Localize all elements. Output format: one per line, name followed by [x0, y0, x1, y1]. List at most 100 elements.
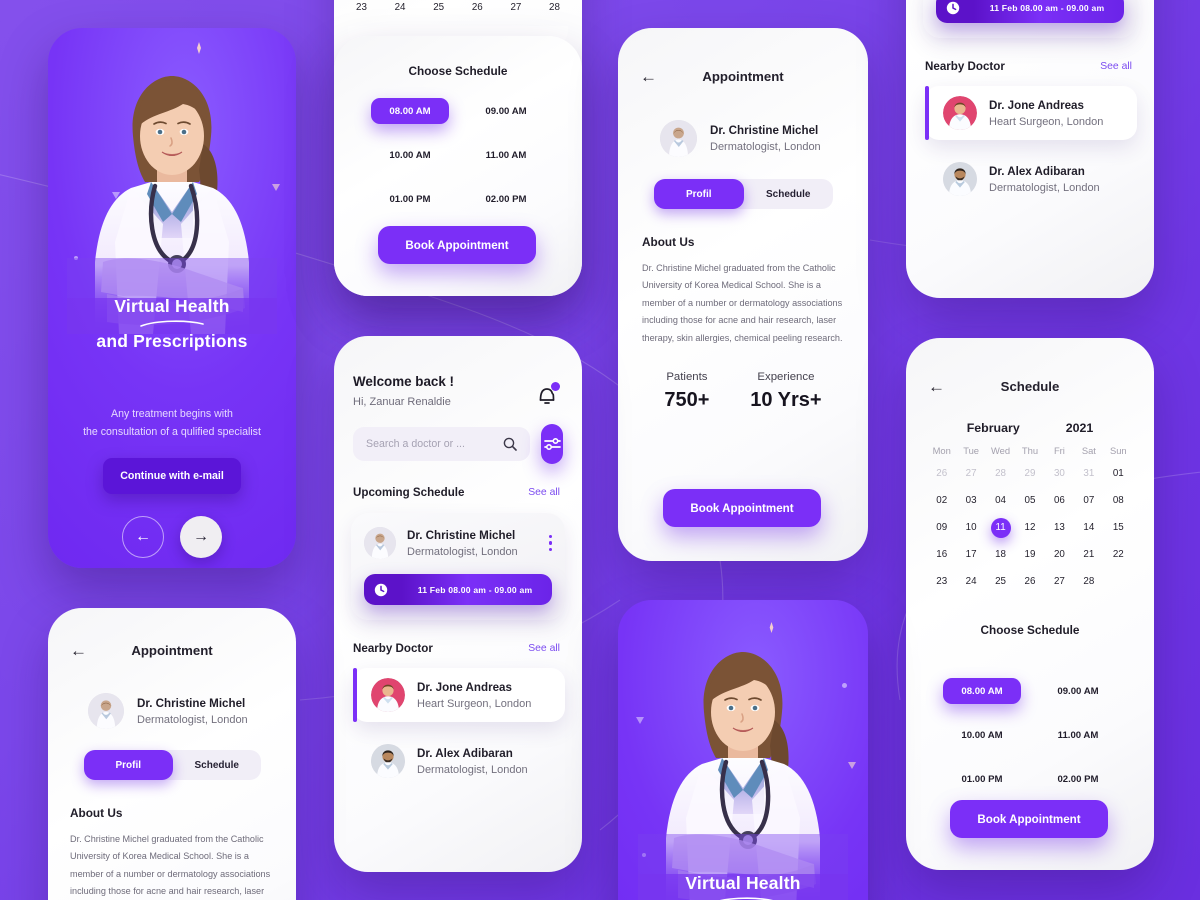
calendar-day[interactable]: 27	[1045, 573, 1074, 591]
calendar-day[interactable]: 28	[986, 465, 1015, 483]
appointment-time-badge[interactable]: 11 Feb 08.00 am - 09.00 am	[936, 0, 1124, 23]
time-slot-0200pm[interactable]: 02.00 PM	[1030, 766, 1126, 792]
calendar-day[interactable]: 08	[1104, 492, 1133, 510]
avatar	[943, 162, 977, 196]
see-all-link[interactable]: See all	[528, 643, 560, 654]
calendar-day[interactable]: 17	[956, 546, 985, 564]
tab-schedule[interactable]: Schedule	[173, 750, 262, 780]
time-slot-0900am[interactable]: 09.00 AM	[1030, 678, 1126, 704]
arrow-left-icon[interactable]: ←	[640, 68, 657, 85]
filter-sliders-icon[interactable]	[541, 424, 563, 464]
time-slot-1100am[interactable]: 11.00 AM	[1030, 722, 1126, 748]
kebab-menu-icon[interactable]	[548, 535, 552, 551]
time-slot-0900am[interactable]: 09.00 AM	[458, 98, 554, 124]
nearby-doctor-row[interactable]: Dr. Jone Andreas Heart Surgeon, London	[353, 668, 565, 722]
date-cell[interactable]: 25	[433, 2, 444, 13]
calendar-day[interactable]: 28	[1074, 573, 1103, 591]
arrow-left-icon[interactable]: ←	[70, 642, 87, 659]
calendar-day[interactable]: 10	[956, 519, 985, 537]
calendar-day[interactable]: 03	[956, 492, 985, 510]
calendar-day[interactable]: 07	[1074, 492, 1103, 510]
appointment-header: ← Appointment	[618, 68, 868, 85]
nearby-doctor-row[interactable]: Dr. Alex Adibaran Dermatologist, London	[353, 734, 565, 788]
profile-schedule-tabs: Profil Schedule	[84, 750, 261, 780]
calendar-day[interactable]: 01	[1104, 465, 1133, 483]
arrow-right-icon[interactable]: →	[180, 516, 222, 558]
date-cell[interactable]: 27	[510, 2, 521, 13]
onboarding-title-line1: Virtual Health	[114, 296, 230, 316]
arrow-left-icon[interactable]: ←	[928, 378, 945, 395]
time-slot-1100am[interactable]: 11.00 AM	[458, 142, 554, 168]
calendar-day[interactable]: 18	[986, 546, 1015, 564]
calendar-day[interactable]: 23	[927, 573, 956, 591]
doctor-profile-row: Dr. Christine Michel Dermatologist, Lond…	[88, 693, 296, 729]
calendar-day[interactable]: 14	[1074, 519, 1103, 537]
calendar-day[interactable]: 05	[1015, 492, 1044, 510]
calendar-grid: Mon Tue Wed Thu Fri Sat Sun 26 27 28 29 …	[927, 445, 1133, 591]
calendar-day[interactable]: 29	[1015, 465, 1044, 483]
calendar-day-selected[interactable]: 11	[986, 518, 1015, 538]
upcoming-appointment-card: Dr. Christine Michel Dermatologist, Lond…	[351, 513, 565, 620]
calendar-day[interactable]: 15	[1104, 519, 1133, 537]
calendar-day[interactable]: 25	[986, 573, 1015, 591]
calendar-day[interactable]: 27	[956, 465, 985, 483]
bell-icon[interactable]	[534, 382, 560, 408]
time-slot-0200pm[interactable]: 02.00 PM	[458, 186, 554, 212]
book-appointment-button[interactable]: Book Appointment	[378, 226, 536, 264]
calendar-day[interactable]	[1104, 573, 1133, 591]
time-slot-0800am[interactable]: 08.00 AM	[943, 678, 1021, 704]
doctor-avatar-image	[943, 162, 977, 196]
calendar-day[interactable]: 20	[1045, 546, 1074, 564]
calendar-day[interactable]: 21	[1074, 546, 1103, 564]
avatar-progress-ring	[88, 693, 124, 729]
nearby-doctor-row[interactable]: Dr. Alex Adibaran Dermatologist, London	[925, 152, 1137, 206]
tab-schedule[interactable]: Schedule	[744, 179, 834, 209]
book-appointment-button[interactable]: Book Appointment	[663, 489, 821, 527]
time-slot-0800am[interactable]: 08.00 AM	[371, 98, 449, 124]
date-cell[interactable]: 28	[549, 2, 560, 13]
see-all-link[interactable]: See all	[528, 487, 560, 498]
time-slot-0100pm[interactable]: 01.00 PM	[934, 766, 1030, 792]
calendar-dow: Wed	[991, 445, 1011, 456]
date-cell[interactable]: 26	[472, 2, 483, 13]
calendar-day[interactable]: 12	[1015, 519, 1044, 537]
calendar-dow: Sat	[1081, 445, 1096, 456]
arrow-left-icon[interactable]: ←	[122, 516, 164, 558]
tab-profil[interactable]: Profil	[654, 179, 744, 209]
date-cell[interactable]: 23	[356, 2, 367, 13]
calendar-day[interactable]: 06	[1045, 492, 1074, 510]
calendar-day[interactable]: 02	[927, 492, 956, 510]
calendar-month[interactable]: February	[967, 421, 1020, 435]
search-input[interactable]	[366, 438, 503, 450]
tab-profil[interactable]: Profil	[84, 750, 173, 780]
time-slot-0100pm[interactable]: 01.00 PM	[362, 186, 458, 212]
search-bar[interactable]	[353, 427, 530, 461]
see-all-link[interactable]: See all	[1100, 61, 1132, 72]
calendar-day[interactable]: 16	[927, 546, 956, 564]
calendar-day[interactable]: 31	[1074, 465, 1103, 483]
nearby-doctor-row[interactable]: Dr. Jone Andreas Heart Surgeon, London	[925, 86, 1137, 140]
doctor-specialty: Dermatologist, London	[989, 181, 1100, 194]
calendar-day[interactable]: 22	[1104, 546, 1133, 564]
stat-value: 750+	[664, 389, 710, 412]
calendar-day[interactable]: 30	[1045, 465, 1074, 483]
selected-indicator-bar	[353, 668, 357, 722]
calendar-day[interactable]: 26	[927, 465, 956, 483]
calendar-day[interactable]: 19	[1015, 546, 1044, 564]
stat-label: Experience	[757, 371, 815, 384]
continue-with-email-button[interactable]: Continue with e-mail	[103, 458, 241, 494]
book-appointment-button[interactable]: Book Appointment	[950, 800, 1108, 838]
time-slot-1000am[interactable]: 10.00 AM	[362, 142, 458, 168]
calendar-day[interactable]: 04	[986, 492, 1015, 510]
calendar-day[interactable]: 13	[1045, 519, 1074, 537]
calendar-day[interactable]: 26	[1015, 573, 1044, 591]
appointment-time-badge[interactable]: 11 Feb 08.00 am - 09.00 am	[364, 574, 552, 605]
date-cell[interactable]: 24	[395, 2, 406, 13]
calendar-day[interactable]: 09	[927, 519, 956, 537]
search-icon[interactable]	[503, 437, 517, 451]
clock-icon	[936, 1, 970, 15]
time-slot-1000am[interactable]: 10.00 AM	[934, 722, 1030, 748]
doctor-specialty: Heart Surgeon, London	[989, 115, 1104, 128]
calendar-year[interactable]: 2021	[1066, 421, 1094, 435]
calendar-day[interactable]: 24	[956, 573, 985, 591]
